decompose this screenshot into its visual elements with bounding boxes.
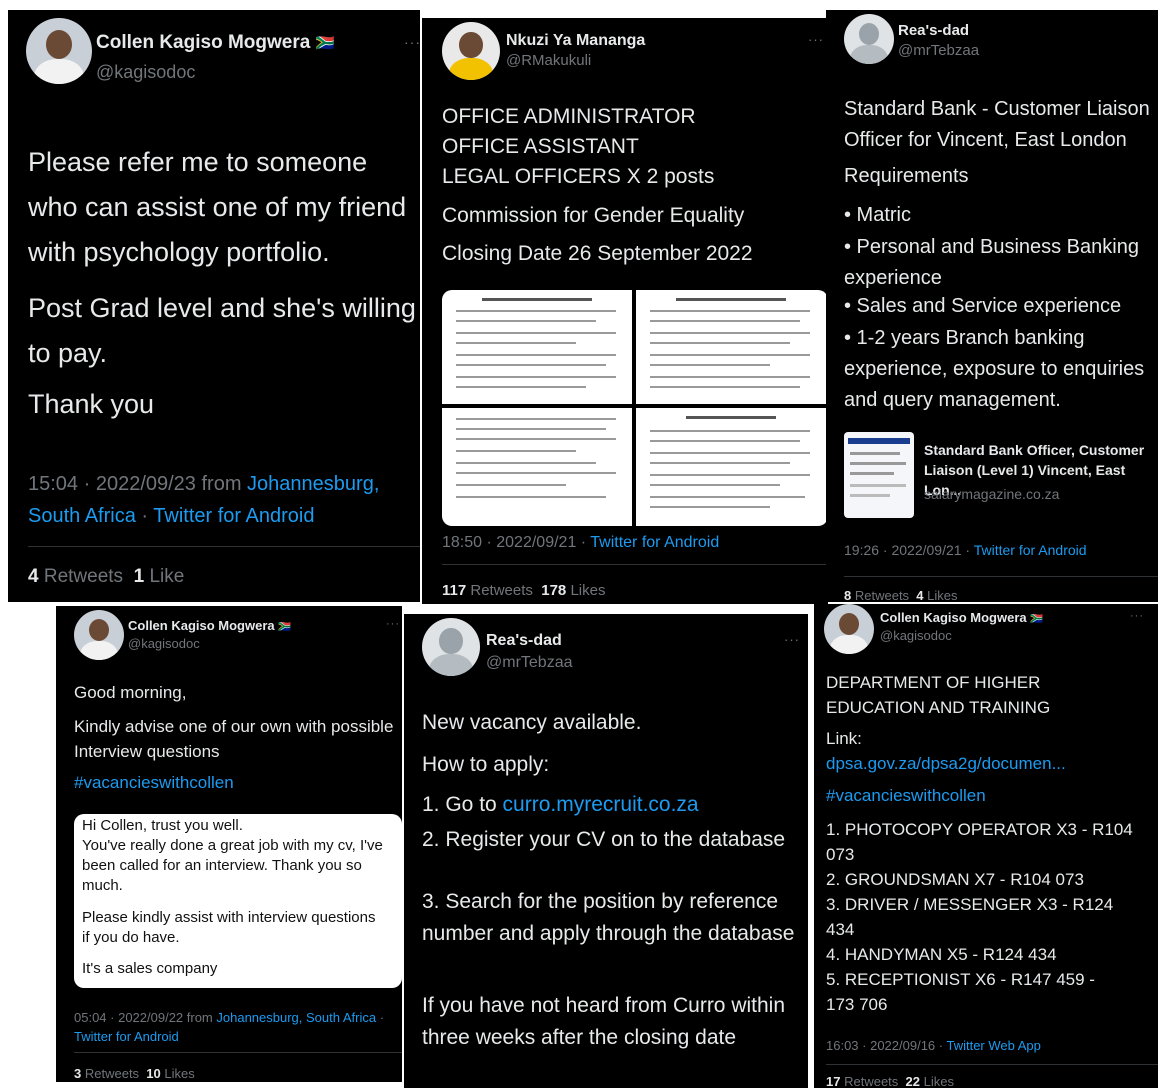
client-link[interactable]: Twitter for Android xyxy=(974,542,1087,558)
engagement-stats[interactable]: 8 Retweets 4 Likes xyxy=(844,588,958,602)
tweet-text: 3. DRIVER / MESSENGER X3 - R124 434 xyxy=(826,895,1114,939)
engagement-stats[interactable]: 117 Retweets 178 Likes xyxy=(442,582,605,599)
author-handle[interactable]: @mrTebzaa xyxy=(486,654,573,672)
more-options-icon[interactable]: ··· xyxy=(404,34,420,50)
tweet-text: • Sales and Service experience xyxy=(844,295,1122,317)
tweet-text: Kindly advise one of our own with possib… xyxy=(74,717,394,761)
tweet-card-6[interactable]: Collen Kagiso Mogwera 🇿🇦 @kagisodoc ··· … xyxy=(814,604,1158,1088)
external-link[interactable]: dpsa.gov.za/dpsa2g/documen... xyxy=(826,753,1066,774)
avatar[interactable] xyxy=(824,604,874,654)
more-options-icon[interactable]: ··· xyxy=(808,32,824,47)
author-name[interactable]: Nkuzi Ya Mananga xyxy=(506,32,645,50)
author-handle[interactable]: @kagisodoc xyxy=(128,636,200,651)
author-handle[interactable]: @RMakukuli xyxy=(506,52,591,69)
avatar[interactable] xyxy=(26,18,92,84)
client-link[interactable]: Twitter for Android xyxy=(590,534,719,551)
tweet-timestamp[interactable]: 18:50 · 2022/09/21 · Twitter for Android xyxy=(442,534,719,552)
tweet-timestamp[interactable]: 05:04 · 2022/09/22 from Johannesburg, So… xyxy=(74,1008,400,1046)
divider xyxy=(844,576,1158,577)
tweet-text: Please refer me to someone who can assis… xyxy=(28,147,407,267)
client-link[interactable]: Twitter for Android xyxy=(153,505,314,527)
hashtag-link[interactable]: #vacancieswithcollen xyxy=(74,772,234,793)
attached-document-image[interactable] xyxy=(442,290,828,526)
tweet-card-1[interactable]: Collen Kagiso Mogwera 🇿🇦 @kagisodoc ··· … xyxy=(8,10,420,602)
tweet-text: Post Grad level and she's willing to pay… xyxy=(28,293,416,368)
tweet-text: Good morning, xyxy=(74,683,187,702)
divider xyxy=(442,564,828,565)
avatar[interactable] xyxy=(422,618,480,676)
divider xyxy=(28,546,420,547)
location-link[interactable]: Johannesburg, South Africa xyxy=(216,1010,376,1025)
document-page xyxy=(442,290,632,404)
author-handle[interactable]: @kagisodoc xyxy=(880,628,952,643)
tweet-text: 1. Go to curro.myrecruit.co.za xyxy=(422,793,699,816)
tweet-text: 2. GROUNDSMAN X7 - R104 073 xyxy=(826,870,1084,889)
client-link[interactable]: Twitter Web App xyxy=(946,1038,1040,1053)
tweet-text: How to apply: xyxy=(422,753,550,776)
tweet-text: Thank you xyxy=(28,389,155,419)
quoted-message-screenshot: Hi Collen, trust you well. You've really… xyxy=(74,814,402,988)
avatar[interactable] xyxy=(844,14,894,64)
author-name[interactable]: Collen Kagiso Mogwera 🇿🇦 xyxy=(880,610,1043,625)
tweet-text: Link: xyxy=(826,729,862,748)
quote-text: It's a sales company xyxy=(82,960,218,977)
flag-icon: 🇿🇦 xyxy=(1030,614,1044,625)
tweet-text: LEGAL OFFICERS X 2 posts xyxy=(442,165,715,188)
more-options-icon[interactable]: ··· xyxy=(386,618,400,630)
tweet-card-3[interactable]: Rea's-dad @mrTebzaa Standard Bank - Cust… xyxy=(826,10,1158,602)
avatar[interactable] xyxy=(442,22,500,80)
document-page xyxy=(636,408,828,526)
tweet-text: Standard Bank - Customer Liaison Officer… xyxy=(844,98,1150,151)
client-link[interactable]: Twitter for Android xyxy=(74,1029,179,1044)
tweet-timestamp[interactable]: 19:26 · 2022/09/21 · Twitter for Android xyxy=(844,542,1087,558)
document-page xyxy=(442,408,632,526)
hashtag-link[interactable]: #vacancieswithcollen xyxy=(826,785,986,806)
tweet-text: DEPARTMENT OF HIGHER EDUCATION AND TRAIN… xyxy=(826,673,1051,717)
author-name[interactable]: Collen Kagiso Mogwera 🇿🇦 xyxy=(96,32,335,54)
tweet-timestamp[interactable]: 16:03 · 2022/09/16 · Twitter Web App xyxy=(826,1038,1041,1053)
tweet-text: • Personal and Business Banking experien… xyxy=(844,236,1139,289)
tweet-text: Commission for Gender Equality xyxy=(442,204,745,227)
avatar[interactable] xyxy=(74,610,124,660)
tweet-text: 1. PHOTOCOPY OPERATOR X3 - R104 073 xyxy=(826,820,1133,864)
tweet-card-4[interactable]: Collen Kagiso Mogwera 🇿🇦 @kagisodoc ··· … xyxy=(56,606,402,1082)
divider xyxy=(74,1052,402,1053)
tweet-text: 2. Register your CV on to the database xyxy=(422,828,786,851)
tweet-timestamp[interactable]: 15:04 · 2022/09/23 from Johannesburg, So… xyxy=(28,468,420,532)
tweet-text: Closing Date 26 September 2022 xyxy=(442,242,753,265)
document-page xyxy=(636,290,828,404)
flag-icon: 🇿🇦 xyxy=(278,622,292,633)
tweet-card-5[interactable]: Rea's-dad @mrTebzaa ··· New vacancy avai… xyxy=(404,614,808,1088)
engagement-stats[interactable]: 17 Retweets 22 Likes xyxy=(826,1074,954,1088)
author-handle[interactable]: @kagisodoc xyxy=(96,62,195,83)
author-handle[interactable]: @mrTebzaa xyxy=(898,42,979,59)
flag-icon: 🇿🇦 xyxy=(315,35,335,52)
tweet-text: • Matric xyxy=(844,204,912,226)
author-name[interactable]: Rea's-dad xyxy=(486,632,562,650)
tweet-text: 3. Search for the position by reference … xyxy=(422,890,795,945)
tweet-text: If you have not heard from Curro within … xyxy=(422,994,786,1049)
tweet-text: 4. HANDYMAN X5 - R124 434 xyxy=(826,945,1057,964)
link-preview-card[interactable]: Standard Bank Officer, Customer Liaison … xyxy=(844,430,1158,522)
more-options-icon[interactable]: ··· xyxy=(784,632,800,647)
tweet-text: • 1-2 years Branch banking experience, e… xyxy=(844,327,1145,411)
quote-text: Hi Collen, trust you well. You've really… xyxy=(82,817,383,894)
author-name[interactable]: Rea's-dad xyxy=(898,22,969,39)
author-name[interactable]: Collen Kagiso Mogwera 🇿🇦 xyxy=(128,618,291,633)
tweet-card-2[interactable]: Nkuzi Ya Mananga @RMakukuli ··· OFFICE A… xyxy=(422,18,828,604)
more-options-icon[interactable]: ··· xyxy=(1130,610,1144,622)
tweet-text: OFFICE ASSISTANT xyxy=(442,135,639,158)
quote-text: Please kindly assist with interview ques… xyxy=(82,909,376,946)
tweet-text: OFFICE ADMINISTRATOR xyxy=(442,105,696,128)
engagement-stats[interactable]: 3 Retweets 10 Likes xyxy=(74,1066,195,1081)
engagement-stats[interactable]: 4 Retweets 1 Like xyxy=(28,566,184,588)
link-preview-domain[interactable]: salarymagazine.co.za xyxy=(924,486,1059,502)
tweet-text: New vacancy available. xyxy=(422,711,642,734)
link-preview-thumbnail xyxy=(844,432,914,518)
apply-link[interactable]: curro.myrecruit.co.za xyxy=(503,793,699,816)
tweet-text: Requirements xyxy=(844,165,969,187)
divider xyxy=(826,1064,1158,1065)
tweet-text: 5. RECEPTIONIST X6 - R147 459 - 173 706 xyxy=(826,970,1095,1014)
